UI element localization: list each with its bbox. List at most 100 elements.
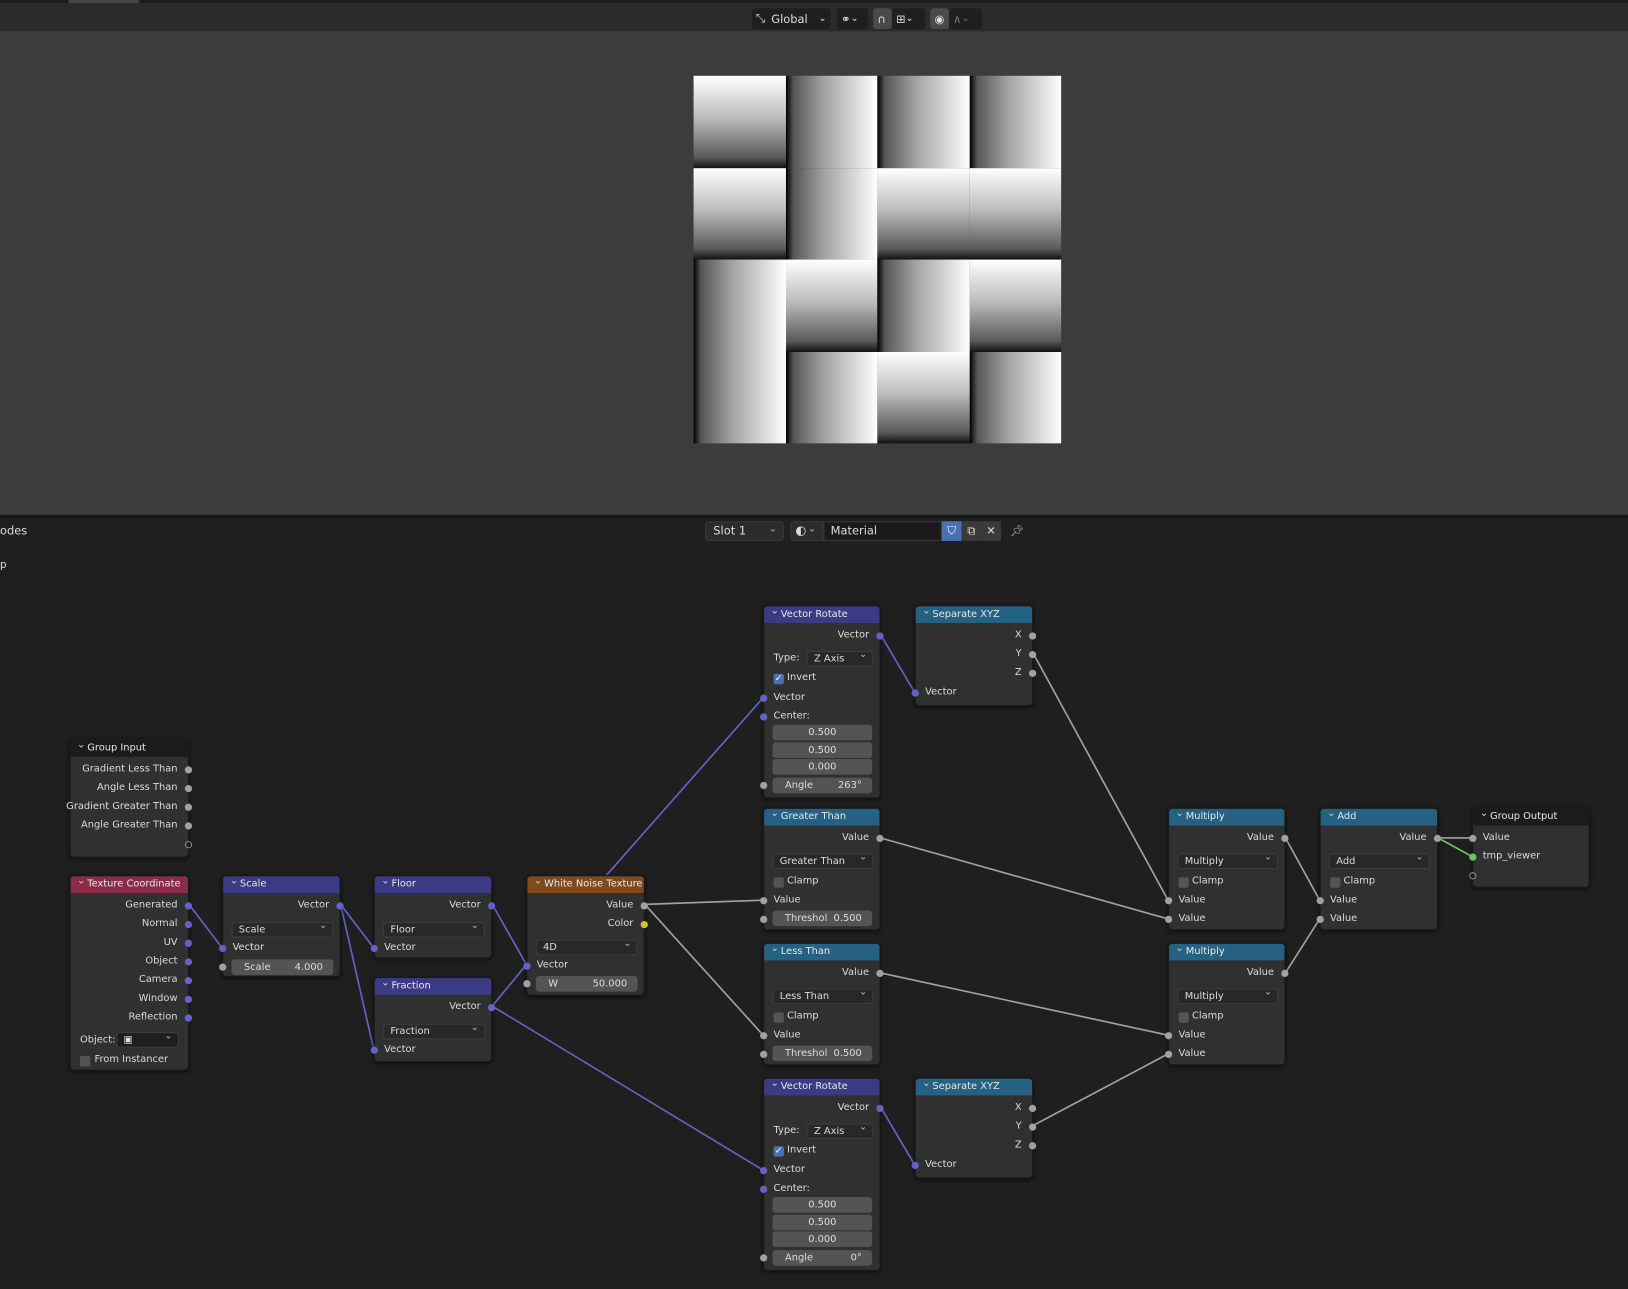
editor-menu-label[interactable]: odes [0, 524, 27, 537]
input-socket[interactable] [523, 962, 531, 970]
node-group-output[interactable]: Group Output Value tmp_viewer [1469, 806, 1590, 888]
operation-dropdown[interactable]: Multiply [1177, 986, 1279, 1005]
operation-dropdown[interactable]: Less Than [772, 986, 874, 1005]
input-socket[interactable] [219, 963, 227, 971]
workspace-tab[interactable] [68, 0, 140, 4]
fake-user-button[interactable]: ⛉ [941, 521, 962, 541]
input-socket[interactable] [760, 1050, 768, 1059]
input-socket[interactable] [760, 1185, 768, 1194]
input-socket[interactable] [219, 944, 227, 953]
output-socket[interactable] [640, 902, 648, 910]
output-socket[interactable] [1028, 1123, 1037, 1131]
node-separate-xyz[interactable]: Separate XYZ X Y Z Vector [911, 603, 1037, 707]
input-socket[interactable] [1164, 915, 1173, 924]
node-multiply[interactable]: Multiply Value Multiply Clamp Value Valu… [1164, 806, 1289, 931]
output-socket[interactable] [1028, 1142, 1037, 1150]
clamp-checkbox[interactable] [1178, 1012, 1189, 1023]
node-separate-xyz[interactable]: Separate XYZ X Y Z Vector [911, 1076, 1037, 1179]
node-greater-than[interactable]: Greater Than Value Greater Than Clamp Va… [760, 806, 884, 931]
center-x-field[interactable]: 0.500 [772, 724, 873, 741]
output-socket[interactable] [1028, 1104, 1037, 1113]
node-scale[interactable]: Scale Vector Scale Vector Scale 4.000 [219, 873, 344, 978]
output-socket[interactable] [876, 834, 884, 843]
output-socket[interactable] [876, 1104, 884, 1113]
invert-checkbox[interactable]: ✓ [773, 673, 784, 685]
node-group-input[interactable]: Group Input Gradient Less Than Angle Les… [66, 737, 193, 858]
threshold-field[interactable]: Threshol 0.500 [772, 1045, 873, 1062]
output-socket[interactable] [640, 920, 648, 929]
type-dropdown[interactable]: Z Axis [806, 1121, 874, 1140]
output-socket[interactable] [184, 822, 193, 830]
output-socket[interactable] [488, 902, 496, 910]
snap-toggle[interactable]: ∩ [873, 8, 892, 30]
pin-button[interactable]: 📌︎ [1007, 521, 1027, 541]
input-socket[interactable] [523, 980, 531, 988]
output-socket[interactable] [1028, 632, 1037, 640]
operation-dropdown[interactable]: Fraction [383, 1022, 485, 1040]
output-socket[interactable] [488, 1004, 496, 1012]
input-socket[interactable] [760, 897, 768, 905]
operation-dropdown[interactable]: Add [1329, 851, 1430, 870]
input-socket[interactable] [370, 1046, 378, 1054]
output-socket[interactable] [184, 920, 193, 929]
slot-dropdown[interactable]: Slot 1 ⌄ [705, 521, 784, 541]
clamp-checkbox[interactable] [1330, 877, 1341, 888]
center-z-field[interactable]: 0.000 [772, 758, 873, 775]
operation-dropdown[interactable]: Greater Than [772, 851, 874, 870]
falloff-dropdown[interactable]: ∧ ⌄ [949, 8, 983, 30]
snap-target-dropdown[interactable]: ⊞ ⌄ [891, 8, 926, 30]
input-socket[interactable] [911, 1161, 919, 1170]
clamp-checkbox[interactable] [773, 1012, 784, 1023]
clamp-checkbox[interactable] [773, 877, 784, 888]
output-socket[interactable] [184, 784, 193, 793]
virtual-socket[interactable] [1469, 872, 1477, 880]
output-socket[interactable] [184, 902, 193, 910]
node-add[interactable]: Add Value Add Clamp Value Value [1316, 806, 1442, 931]
node-less-than[interactable]: Less Than Value Less Than Clamp Value Th… [760, 941, 884, 1066]
transform-orientation-dropdown[interactable]: ⤡ Global ⌄ [751, 8, 831, 30]
output-socket[interactable] [1028, 651, 1037, 659]
node-vector-rotate[interactable]: Vector Rotate Vector Type: Z Axis ✓ Inve… [760, 1076, 884, 1271]
output-socket[interactable] [184, 1014, 193, 1022]
scale-field[interactable]: Scale 4.000 [231, 959, 334, 975]
center-x-field[interactable]: 0.500 [772, 1197, 873, 1213]
input-socket[interactable] [1164, 897, 1173, 905]
angle-field[interactable]: Angle 263° [772, 777, 873, 794]
viewer-input-socket[interactable] [1469, 853, 1477, 861]
duplicate-material-button[interactable]: ⧉ [961, 521, 982, 541]
dimensions-dropdown[interactable]: 4D [535, 938, 638, 956]
input-socket[interactable] [760, 781, 768, 790]
operation-dropdown[interactable]: Multiply [1177, 851, 1279, 870]
center-y-field[interactable]: 0.500 [772, 742, 873, 758]
input-socket[interactable] [911, 689, 919, 697]
node-floor[interactable]: Floor Vector Floor Vector [370, 873, 496, 959]
node-multiply[interactable]: Multiply Value Multiply Clamp Value Valu… [1164, 941, 1289, 1066]
material-browse-button[interactable]: ◐ ⌄ [790, 521, 824, 541]
output-socket[interactable] [184, 958, 193, 966]
proportional-edit-toggle[interactable]: ◉ [930, 8, 950, 30]
input-socket[interactable] [760, 1254, 768, 1262]
input-socket[interactable] [760, 915, 768, 924]
angle-field[interactable]: Angle 0° [772, 1250, 873, 1266]
output-socket[interactable] [184, 939, 193, 947]
unlink-material-button[interactable]: ✕ [981, 521, 1001, 541]
output-socket[interactable] [876, 969, 884, 978]
clamp-checkbox[interactable] [1178, 877, 1189, 888]
output-socket[interactable] [184, 766, 193, 774]
type-dropdown[interactable]: Z Axis [806, 649, 874, 667]
output-socket[interactable] [1281, 969, 1289, 978]
input-socket[interactable] [760, 1167, 768, 1175]
operation-dropdown[interactable]: Scale [231, 920, 334, 938]
input-socket[interactable] [760, 694, 768, 702]
operation-dropdown[interactable]: Floor [383, 920, 485, 938]
object-field[interactable]: ▣ [116, 1030, 179, 1048]
input-socket[interactable] [1164, 1050, 1173, 1059]
input-socket[interactable] [1316, 915, 1324, 924]
center-z-field[interactable]: 0.000 [772, 1231, 873, 1247]
output-socket[interactable] [184, 977, 193, 985]
node-texture-coordinate[interactable]: Texture Coordinate Generated Normal UV O… [69, 873, 193, 1071]
w-field[interactable]: W 50.000 [535, 976, 638, 992]
output-socket[interactable] [1028, 669, 1037, 677]
pivot-point-dropdown[interactable]: ⚭ ⌄ [836, 8, 869, 30]
invert-checkbox[interactable]: ✓ [773, 1146, 784, 1157]
